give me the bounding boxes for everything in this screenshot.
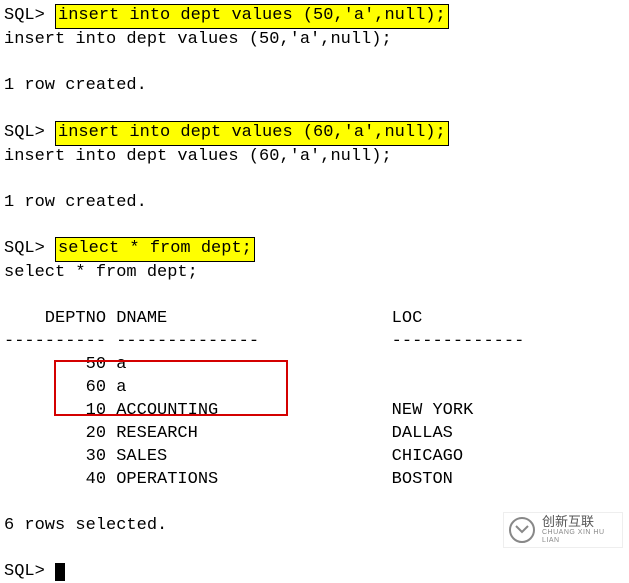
sql-prompt: SQL> <box>4 6 45 25</box>
blank-line <box>4 214 625 237</box>
table-row: 30 SALES CHICAGO <box>4 446 625 469</box>
blank-line <box>4 285 625 308</box>
terminal-line: select * from dept; <box>4 262 625 285</box>
sql-prompt: SQL> <box>4 562 45 581</box>
result-line: 1 row created. <box>4 192 625 215</box>
table-row: 60 a <box>4 377 625 400</box>
highlighted-command-2: insert into dept values (60,'a',null); <box>55 121 449 146</box>
logo-icon <box>508 516 536 544</box>
sql-prompt: SQL> <box>4 123 45 142</box>
prompt-line[interactable]: SQL> <box>4 561 625 583</box>
terminal-line: insert into dept values (50,'a',null); <box>4 29 625 52</box>
table-divider: ---------- -------------- ------------- <box>4 331 625 354</box>
table-row: 50 a <box>4 354 625 377</box>
result-line: 1 row created. <box>4 75 625 98</box>
blank-line <box>4 169 625 192</box>
blank-line <box>4 98 625 121</box>
cursor-icon <box>55 563 65 581</box>
watermark-sub: CHUANG XIN HU LIAN <box>542 529 618 544</box>
terminal-line: SQL> insert into dept values (50,'a',nul… <box>4 4 625 29</box>
table-row: 10 ACCOUNTING NEW YORK <box>4 400 625 423</box>
table-row: 40 OPERATIONS BOSTON <box>4 469 625 492</box>
highlighted-command-1: insert into dept values (50,'a',null); <box>55 4 449 29</box>
watermark-logo: 创新互联 CHUANG XIN HU LIAN <box>503 512 623 548</box>
sql-prompt: SQL> <box>4 239 45 258</box>
highlighted-command-3: select * from dept; <box>55 237 255 262</box>
terminal-line: SQL> insert into dept values (60,'a',nul… <box>4 121 625 146</box>
table-header: DEPTNO DNAME LOC <box>4 308 625 331</box>
terminal-line: insert into dept values (60,'a',null); <box>4 146 625 169</box>
terminal-line: SQL> select * from dept; <box>4 237 625 262</box>
table-row: 20 RESEARCH DALLAS <box>4 423 625 446</box>
blank-line <box>4 52 625 75</box>
watermark-brand: 创新互联 <box>542 515 618 529</box>
